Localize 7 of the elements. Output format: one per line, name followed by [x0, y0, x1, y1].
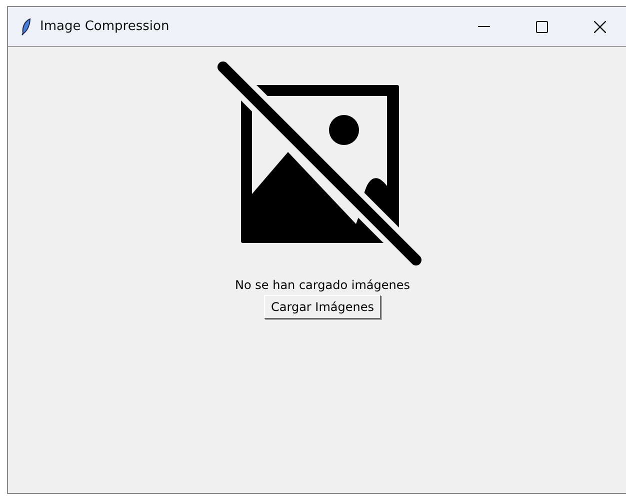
minimize-icon — [478, 26, 490, 28]
close-icon — [594, 20, 606, 32]
maximize-icon — [536, 20, 548, 32]
load-images-button[interactable]: Cargar Imágenes — [264, 295, 381, 319]
status-message: No se han cargado imágenes — [235, 278, 410, 292]
window-title: Image Compression — [40, 19, 170, 34]
feather-icon — [21, 18, 31, 36]
